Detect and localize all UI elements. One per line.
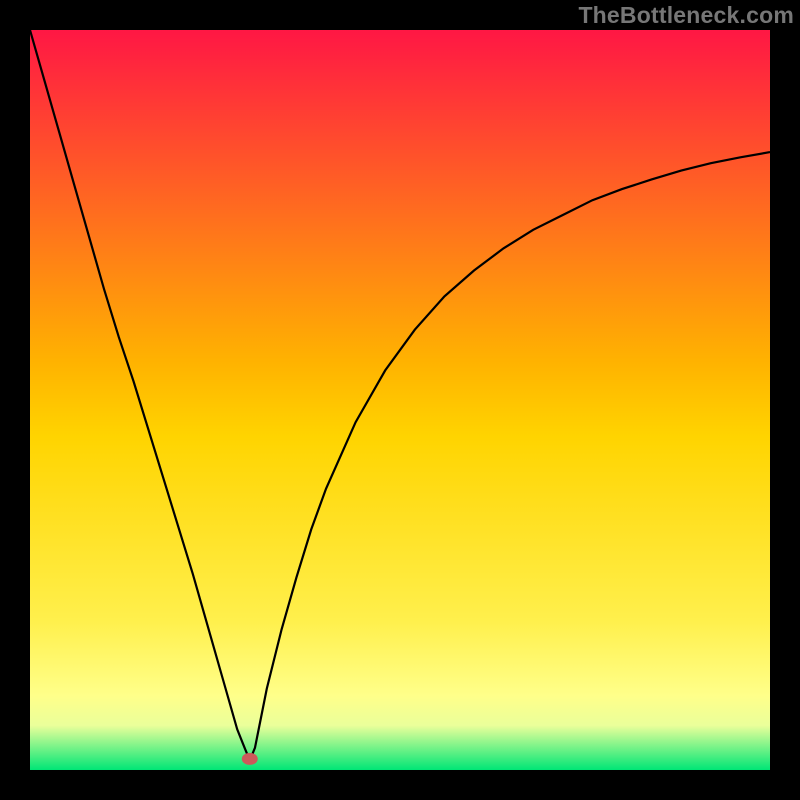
- chart-container: TheBottleneck.com: [0, 0, 800, 800]
- bottleneck-curve-chart: [0, 0, 800, 800]
- minimum-marker: [242, 753, 258, 765]
- plot-area: [30, 30, 770, 770]
- watermark-text: TheBottleneck.com: [578, 2, 794, 29]
